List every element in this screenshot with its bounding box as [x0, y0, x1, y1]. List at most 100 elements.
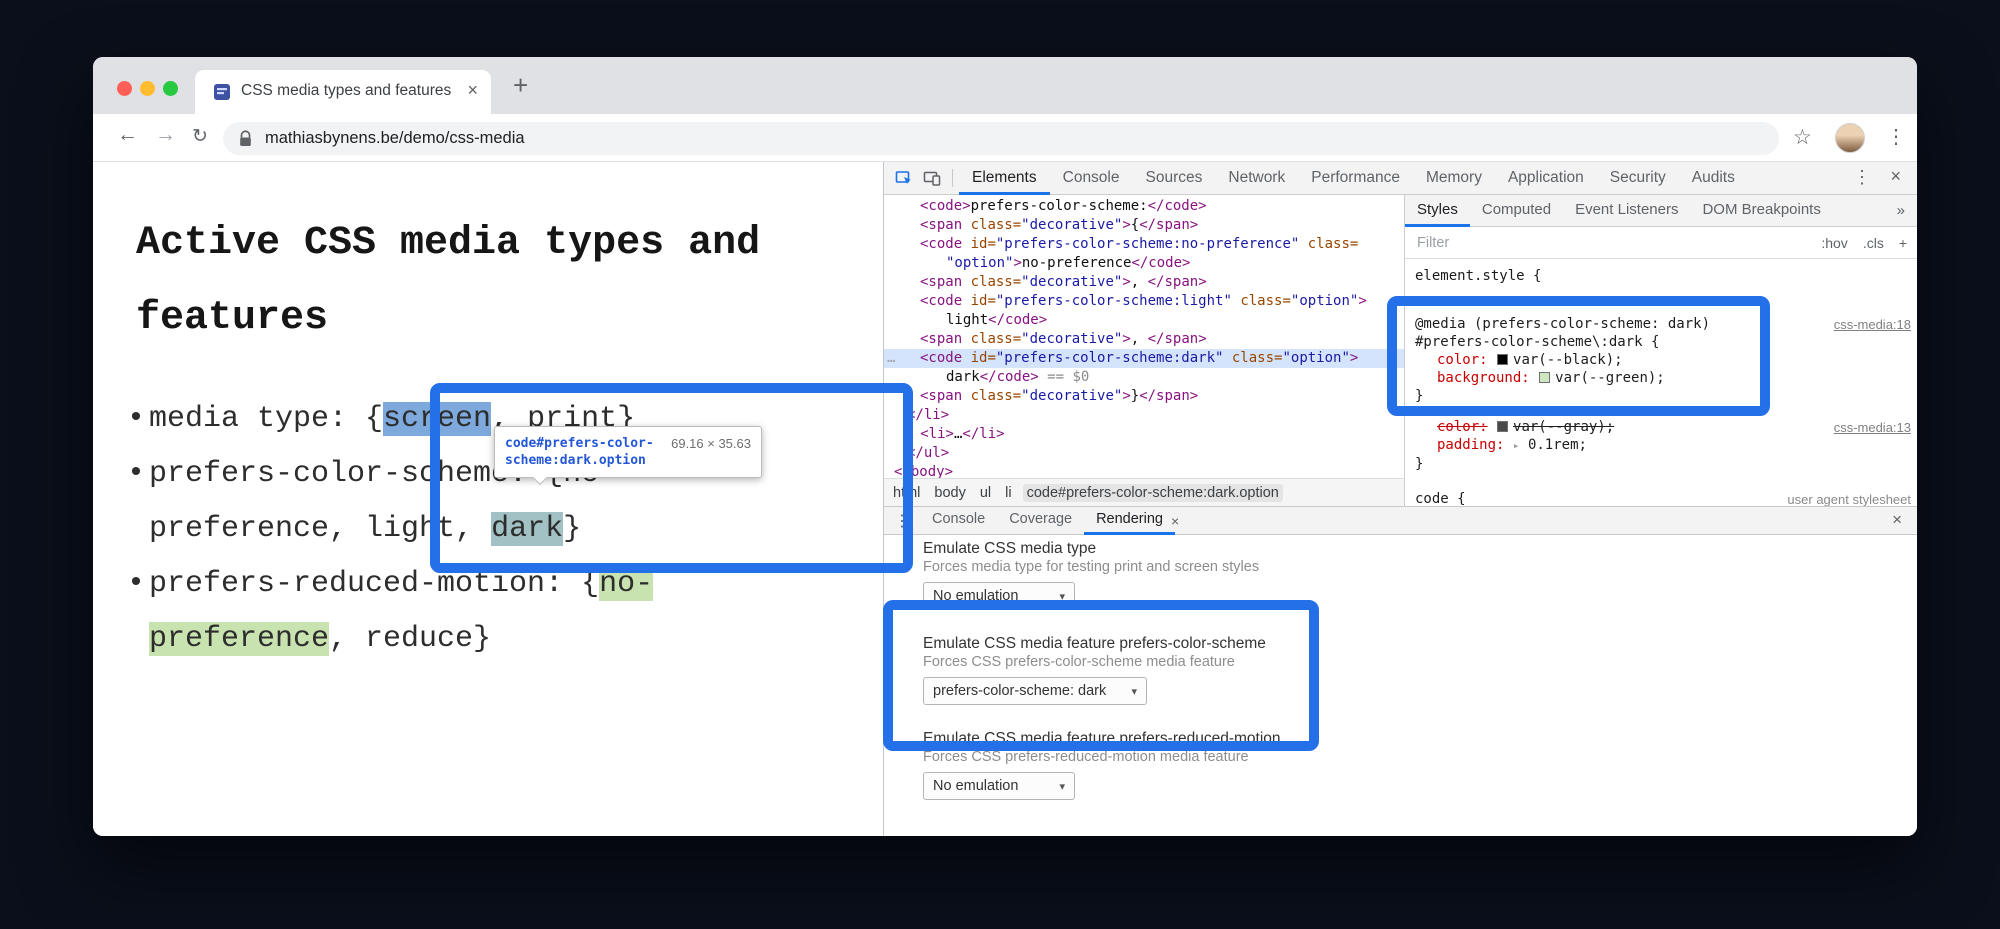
code-segment: "prefers-color-scheme:no-preference" — [996, 236, 1299, 252]
code-segment: <span — [920, 388, 962, 404]
code-segment: id= — [962, 293, 996, 309]
drawer-tab-console[interactable]: Console — [920, 506, 997, 535]
tab-audits[interactable]: Audits — [1679, 162, 1748, 195]
tree-line[interactable]: </body> — [884, 463, 1404, 478]
code-segment: > — [1358, 293, 1366, 309]
tree-line[interactable]: <code>prefers-color-scheme:</code> — [884, 197, 1404, 216]
annotation-box-rendering-emulation — [883, 600, 1319, 751]
tab-event-listeners[interactable]: Event Listeners — [1563, 195, 1690, 227]
drawer-tab-rendering[interactable]: Rendering — [1084, 506, 1175, 535]
tree-line[interactable]: <span class="decorative">, </span> — [884, 330, 1404, 349]
tree-line[interactable]: <span class="decorative">}</span> — [884, 387, 1404, 406]
browser-tab[interactable]: CSS media types and features × — [195, 70, 491, 114]
styles-filter-input[interactable] — [1415, 234, 1806, 252]
code-segment: { — [1131, 217, 1139, 233]
new-tab-button[interactable]: + — [513, 70, 528, 101]
devtools-close-icon[interactable]: × — [1890, 166, 1901, 187]
tree-line[interactable]: <code id="prefers-color-scheme:no-prefer… — [884, 235, 1404, 254]
devtools-tabbar: Elements Console Sources Network Perform… — [884, 162, 1917, 195]
device-toolbar-icon[interactable] — [918, 169, 946, 187]
breadcrumb-ul[interactable]: ul — [980, 485, 991, 501]
styles-filter-row: :hov .cls + — [1405, 227, 1917, 259]
rule-close-brace: } — [1415, 455, 1917, 473]
tab-elements[interactable]: Elements — [959, 162, 1050, 195]
window-minimize-button[interactable] — [140, 81, 155, 96]
browser-window: CSS media types and features × + ← → ↻ m… — [93, 57, 1917, 836]
code-segment: class= — [962, 388, 1021, 404]
code-segment: , — [1131, 274, 1148, 290]
section-description: Forces media type for testing print and … — [923, 558, 1917, 576]
tree-line[interactable]: ▶ <li>…</li> — [884, 425, 1404, 444]
tab-computed[interactable]: Computed — [1470, 195, 1563, 227]
list-item-prefers-reduced-motion: •prefers-reduced-motion: {no-preference,… — [127, 557, 683, 667]
breadcrumb-li[interactable]: li — [1005, 485, 1011, 501]
code-segment: </code> — [1148, 198, 1207, 214]
inspect-element-icon[interactable] — [890, 169, 918, 187]
url-text[interactable]: mathiasbynens.be/demo/css-media — [265, 129, 525, 148]
tab-application[interactable]: Application — [1495, 162, 1597, 195]
code-segment: "decorative" — [1021, 274, 1122, 290]
color-swatch[interactable] — [1497, 421, 1508, 432]
back-icon[interactable]: ← — [117, 123, 138, 147]
tab-performance[interactable]: Performance — [1298, 162, 1413, 195]
tree-line[interactable]: dark</code> == $0 — [884, 368, 1404, 387]
tab-network[interactable]: Network — [1215, 162, 1298, 195]
more-tabs-icon[interactable]: » — [1897, 202, 1917, 219]
window-close-button[interactable] — [117, 81, 132, 96]
stylesheet-link[interactable]: css-media:18 — [1834, 316, 1911, 334]
bullet-marker: • — [127, 557, 145, 612]
code-segment: class= — [1299, 236, 1358, 252]
new-style-rule-icon[interactable]: + — [1899, 235, 1907, 251]
code-segment: <span — [920, 217, 962, 233]
tab-styles[interactable]: Styles — [1405, 195, 1470, 227]
tree-line[interactable]: </li> — [884, 406, 1404, 425]
breadcrumb-body[interactable]: body — [934, 485, 965, 501]
css-property[interactable]: padding: ▸ 0.1rem; — [1415, 436, 1917, 455]
breadcrumb-code[interactable]: code#prefers-color-scheme:dark.option — [1023, 484, 1283, 502]
tab-memory[interactable]: Memory — [1413, 162, 1495, 195]
tab-security[interactable]: Security — [1597, 162, 1679, 195]
tree-line[interactable]: <code id="prefers-color-scheme:light" cl… — [884, 292, 1404, 311]
browser-menu-icon[interactable]: ⋮ — [1886, 124, 1906, 149]
bookmark-star-icon[interactable]: ☆ — [1793, 125, 1812, 150]
code-segment: no-preference — [1022, 255, 1132, 271]
code-segment: </span> — [1148, 274, 1207, 290]
address-bar[interactable]: mathiasbynens.be/demo/css-media — [223, 122, 1779, 155]
expand-shorthand-icon[interactable]: ▸ — [1513, 439, 1520, 452]
devtools-menu-icon[interactable]: ⋮ — [1853, 167, 1871, 188]
bullet-marker: • — [127, 447, 145, 502]
code-segment: </span> — [1139, 388, 1198, 404]
profile-avatar[interactable] — [1835, 123, 1865, 153]
code-segment: </li> — [907, 407, 949, 423]
code-segment: </code> — [988, 312, 1047, 328]
tab-close-icon[interactable]: × — [467, 80, 478, 101]
code-segment: </span> — [1148, 331, 1207, 347]
stylesheet-link[interactable]: css-media:13 — [1834, 419, 1911, 437]
window-zoom-button[interactable] — [163, 81, 178, 96]
breadcrumb: html body ul li code#prefers-color-schem… — [884, 478, 1404, 506]
element-style-rule[interactable]: element.style { — [1405, 267, 1917, 285]
tab-dom-breakpoints[interactable]: DOM Breakpoints — [1690, 195, 1832, 227]
tab-console[interactable]: Console — [1050, 162, 1133, 195]
rendering-tab-close-icon[interactable]: × — [1171, 513, 1179, 529]
toggle-classes[interactable]: .cls — [1863, 235, 1884, 251]
tree-line[interactable]: </ul> — [884, 444, 1404, 463]
code-segment: <li> — [920, 426, 954, 442]
tree-line[interactable]: <span class="decorative">, </span> — [884, 273, 1404, 292]
drawer-close-icon[interactable]: × — [1892, 510, 1902, 530]
tree-line[interactable]: …<code id="prefers-color-scheme:dark" cl… — [884, 349, 1404, 368]
code-segment: <code> — [920, 198, 971, 214]
toggle-hover-state[interactable]: :hov — [1821, 235, 1847, 251]
tree-line[interactable]: "option">no-preference</code> — [884, 254, 1404, 273]
code-segment: class= — [1223, 350, 1282, 366]
prefers-reduced-motion-select[interactable]: No emulation ▾ — [923, 772, 1075, 800]
tree-line[interactable]: <span class="decorative">{</span> — [884, 216, 1404, 235]
tab-favicon-icon — [213, 83, 231, 101]
tab-sources[interactable]: Sources — [1133, 162, 1216, 195]
elements-tree: <code>prefers-color-scheme:</code><span … — [884, 195, 1404, 478]
drawer-tab-coverage[interactable]: Coverage — [997, 506, 1084, 535]
reload-icon[interactable]: ↻ — [192, 125, 208, 148]
forward-icon[interactable]: → — [155, 123, 176, 147]
tree-line[interactable]: light</code> — [884, 311, 1404, 330]
code-segment: , — [1131, 331, 1148, 347]
